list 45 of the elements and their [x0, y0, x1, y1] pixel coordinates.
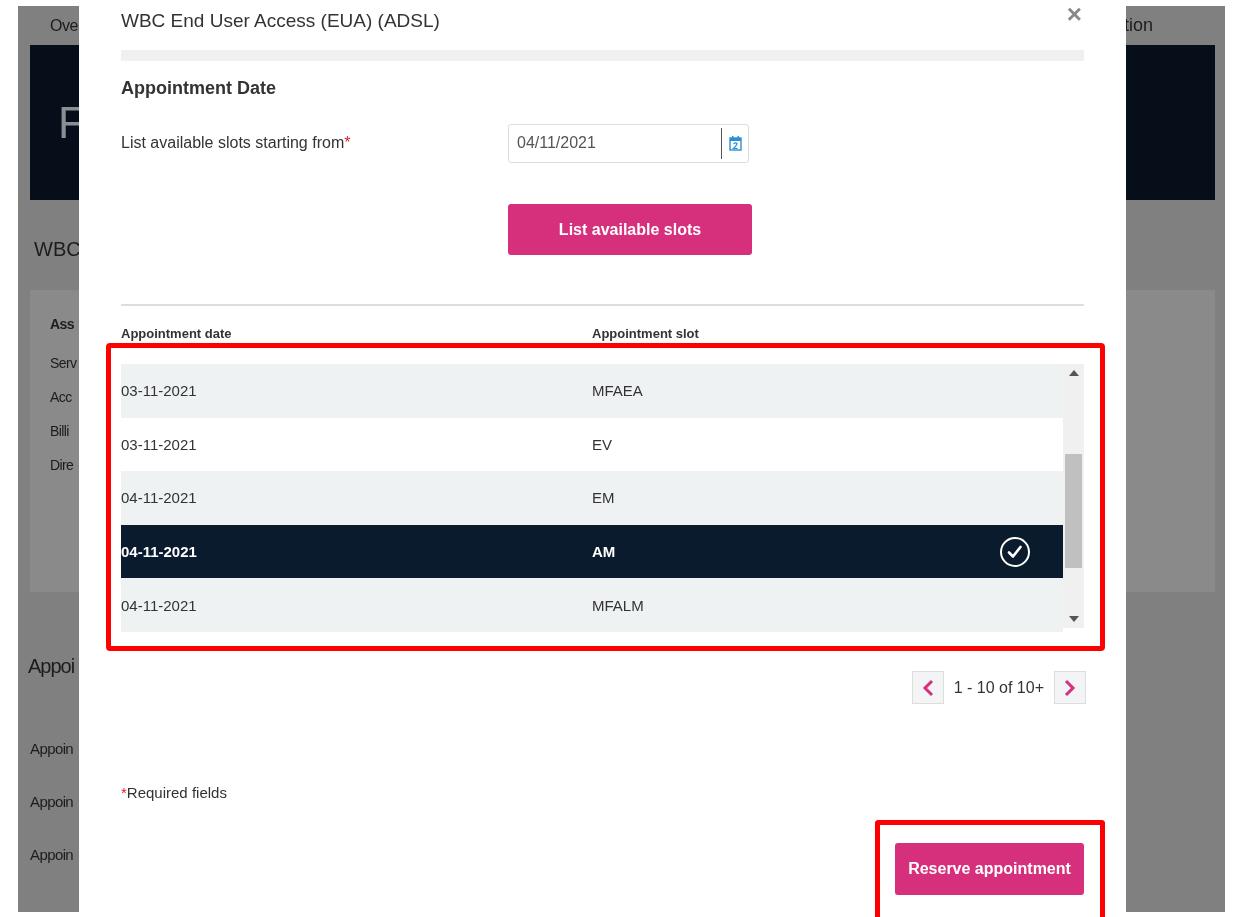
chevron-left-icon — [921, 678, 934, 697]
chevron-right-icon — [1064, 678, 1076, 697]
calendar-icon[interactable] — [728, 135, 742, 151]
appointment-label: Appoin — [30, 793, 74, 810]
table-cell-text: 04-11-2021 — [121, 543, 198, 561]
date-field[interactable]: 04/11/2021 — [508, 123, 749, 163]
field-label: List available slots starting from* — [121, 134, 352, 152]
section-title: WBC — [34, 238, 82, 262]
list-slots-button[interactable]: List available slots — [508, 204, 752, 255]
nav-tab[interactable]: Ove — [50, 16, 78, 35]
table-cell-text: 03-11-2021 — [121, 382, 198, 400]
check-icon — [999, 535, 1031, 568]
table-row[interactable]: 04-11-2021 AM — [121, 524, 1063, 579]
required-note: *Required fields — [121, 784, 228, 801]
appointment-label: Appoin — [30, 740, 74, 757]
table-cell: AM — [592, 543, 616, 561]
next-page-button[interactable] — [1054, 671, 1086, 704]
panel-item: Acc — [50, 389, 72, 405]
panel-heading: Ass — [50, 316, 74, 332]
table-row[interactable]: 03-11-2021 MFAEA — [121, 364, 1063, 418]
section-title: Appointment Date — [121, 78, 277, 100]
scroll-up-icon[interactable] — [1068, 370, 1079, 376]
close-button[interactable]: × — [1066, 0, 1082, 30]
scrollbar[interactable] — [1063, 364, 1084, 628]
reserve-appointment-button[interactable]: Reserve appointment — [895, 843, 1084, 895]
modal-title: WBC End User Access (EUA) (ADSL) — [121, 10, 440, 32]
appointment-label: Appoin — [30, 846, 74, 863]
table-row[interactable]: 04-11-2021 MFALM — [121, 578, 1063, 632]
table-cell: MFAEA — [592, 382, 643, 400]
scroll-down-icon[interactable] — [1068, 616, 1079, 622]
previous-page-button[interactable] — [911, 671, 944, 704]
table-cell: MFALM — [592, 596, 644, 614]
panel-item: Billi — [50, 423, 69, 439]
column-header: Appointment date — [121, 326, 233, 343]
appointment-heading: Appoi — [28, 655, 75, 678]
panel-item: Serv — [50, 355, 77, 371]
table-cell-text: 04-11-2021 — [121, 489, 198, 507]
page-counter: 1 - 10 of 10+ — [953, 678, 1044, 697]
table-cell-text: 03-11-2021 — [121, 435, 198, 453]
panel-item: Dire — [50, 457, 74, 473]
table-cell-text: 04-11-2021 — [121, 596, 198, 614]
table-row[interactable]: 04-11-2021 EM — [121, 471, 1063, 525]
table-cell: EV — [592, 435, 612, 453]
table-cell: EM — [592, 489, 615, 507]
column-header: Appointment slot — [592, 326, 699, 343]
